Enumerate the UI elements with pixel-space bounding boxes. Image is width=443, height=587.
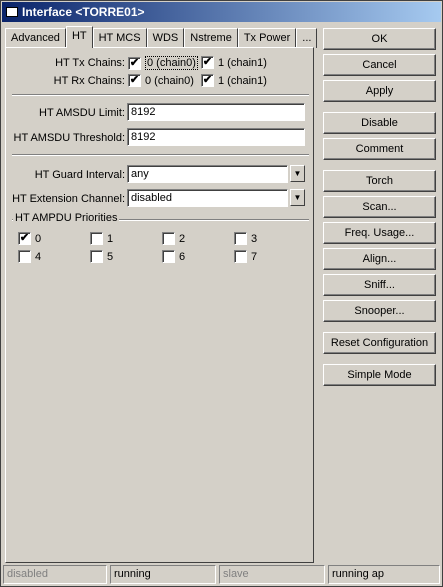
ok-button[interactable]: OK: [323, 28, 436, 50]
tx-chain0-checkbox[interactable]: ✔ 0 (chain0): [128, 56, 198, 70]
window-title: Interface <TORRE01>: [22, 5, 145, 19]
check-icon: ✔: [202, 74, 213, 86]
tx-chain1-label: 1 (chain1): [218, 56, 267, 69]
torch-button[interactable]: Torch: [323, 170, 436, 192]
rx-chain0-checkbox[interactable]: ✔ 0 (chain0): [128, 74, 194, 87]
ampdu-priority-5[interactable]: 5: [90, 250, 113, 263]
status-running: running: [110, 565, 216, 584]
rx-chain1-checkbox[interactable]: ✔ 1 (chain1): [201, 74, 267, 87]
extension-channel-select[interactable]: disabled: [127, 189, 288, 207]
status-bar: disabled running slave running ap: [3, 565, 440, 585]
status-running-ap: running ap: [328, 565, 440, 584]
ampdu-priority-0[interactable]: ✔ 0: [18, 232, 41, 245]
extension-channel-label: HT Extension Channel:: [12, 193, 125, 205]
dropdown-icon: ▼: [293, 193, 302, 202]
comment-button[interactable]: Comment: [323, 138, 436, 160]
tx-chain1-check[interactable]: ✔: [201, 56, 214, 69]
ampdu-priority-4-label: 4: [35, 250, 42, 263]
ampdu-priority-4-check[interactable]: [18, 250, 31, 263]
ampdu-priority-3[interactable]: 3: [234, 232, 257, 245]
ampdu-priority-1-check[interactable]: [90, 232, 103, 245]
snooper-button[interactable]: Snooper...: [323, 300, 436, 322]
title-bar[interactable]: Interface <TORRE01>: [2, 2, 441, 22]
freq-usage-button[interactable]: Freq. Usage...: [323, 222, 436, 244]
guard-interval-label: HT Guard Interval:: [34, 169, 125, 181]
window-icon: [6, 7, 18, 17]
tab-ht-mcs[interactable]: HT MCS: [92, 28, 147, 48]
check-icon: ✔: [202, 56, 213, 68]
extension-channel-dropdown-button[interactable]: ▼: [290, 189, 305, 206]
tab-advanced[interactable]: Advanced: [5, 28, 66, 48]
guard-interval-dropdown-button[interactable]: ▼: [290, 165, 305, 182]
ht-tab-panel: HT Tx Chains: ✔ 0 (chain0) ✔ 1 (chain1) …: [5, 47, 314, 563]
separator: [12, 154, 309, 156]
rx-chain1-check[interactable]: ✔: [201, 74, 214, 87]
tab-tx-power[interactable]: Tx Power: [237, 28, 297, 48]
align-button[interactable]: Align...: [323, 248, 436, 270]
separator: [12, 94, 309, 96]
interface-window: Interface <TORRE01> Advanced HT HT MCS W…: [0, 0, 443, 587]
rx-chains-label: HT Rx Chains:: [53, 75, 125, 87]
simple-mode-button[interactable]: Simple Mode: [323, 364, 436, 386]
status-slave: slave: [219, 565, 325, 584]
ampdu-priority-2-check[interactable]: [162, 232, 175, 245]
ampdu-priority-7[interactable]: 7: [234, 250, 257, 263]
ampdu-priority-6[interactable]: 6: [162, 250, 185, 263]
tab-ht[interactable]: HT: [65, 26, 93, 48]
apply-button[interactable]: Apply: [323, 80, 436, 102]
reset-configuration-button[interactable]: Reset Configuration: [323, 332, 436, 354]
tx-chain0-label: 0 (chain0): [145, 56, 198, 70]
check-icon: ✔: [129, 56, 140, 69]
amsdu-threshold-input[interactable]: 8192: [127, 128, 305, 146]
tx-chain1-checkbox[interactable]: ✔ 1 (chain1): [201, 56, 267, 69]
rx-chain1-label: 1 (chain1): [218, 74, 267, 87]
tab-strip: Advanced HT HT MCS WDS Nstreme Tx Power …: [5, 26, 318, 48]
status-disabled: disabled: [3, 565, 107, 584]
ampdu-priority-0-label: 0: [35, 232, 42, 245]
tab-more[interactable]: ...: [296, 28, 318, 48]
ampdu-priority-4[interactable]: 4: [18, 250, 41, 263]
ampdu-priority-6-check[interactable]: [162, 250, 175, 263]
ampdu-priority-2[interactable]: 2: [162, 232, 185, 245]
ampdu-priority-5-label: 5: [107, 250, 114, 263]
rx-chain0-check[interactable]: ✔: [128, 74, 141, 87]
disable-button[interactable]: Disable: [323, 112, 436, 134]
ampdu-priority-1-label: 1: [107, 232, 114, 245]
dropdown-icon: ▼: [293, 169, 302, 178]
ampdu-priority-5-check[interactable]: [90, 250, 103, 263]
ampdu-priority-7-check[interactable]: [234, 250, 247, 263]
tx-chains-label: HT Tx Chains:: [55, 57, 125, 69]
amsdu-threshold-label: HT AMSDU Threshold:: [13, 132, 125, 144]
ampdu-priorities-title: HT AMPDU Priorities: [13, 212, 120, 224]
amsdu-limit-label: HT AMSDU Limit:: [39, 107, 125, 119]
tab-nstreme[interactable]: Nstreme: [184, 28, 238, 48]
ampdu-priority-6-label: 6: [179, 250, 186, 263]
check-icon: ✔: [129, 74, 140, 86]
tab-wds[interactable]: WDS: [146, 28, 185, 48]
ampdu-priority-1[interactable]: 1: [90, 232, 113, 245]
cancel-button[interactable]: Cancel: [323, 54, 436, 76]
sniff-button[interactable]: Sniff...: [323, 274, 436, 296]
amsdu-limit-input[interactable]: 8192: [127, 103, 305, 121]
check-icon: ✔: [19, 232, 30, 244]
ampdu-priority-7-label: 7: [251, 250, 258, 263]
tx-chain0-check[interactable]: ✔: [128, 56, 141, 70]
ampdu-priority-2-label: 2: [179, 232, 186, 245]
ampdu-priority-3-label: 3: [251, 232, 258, 245]
rx-chain0-label: 0 (chain0): [145, 74, 194, 87]
scan-button[interactable]: Scan...: [323, 196, 436, 218]
guard-interval-select[interactable]: any: [127, 165, 288, 183]
ampdu-priority-3-check[interactable]: [234, 232, 247, 245]
ampdu-priority-0-check[interactable]: ✔: [18, 232, 31, 245]
